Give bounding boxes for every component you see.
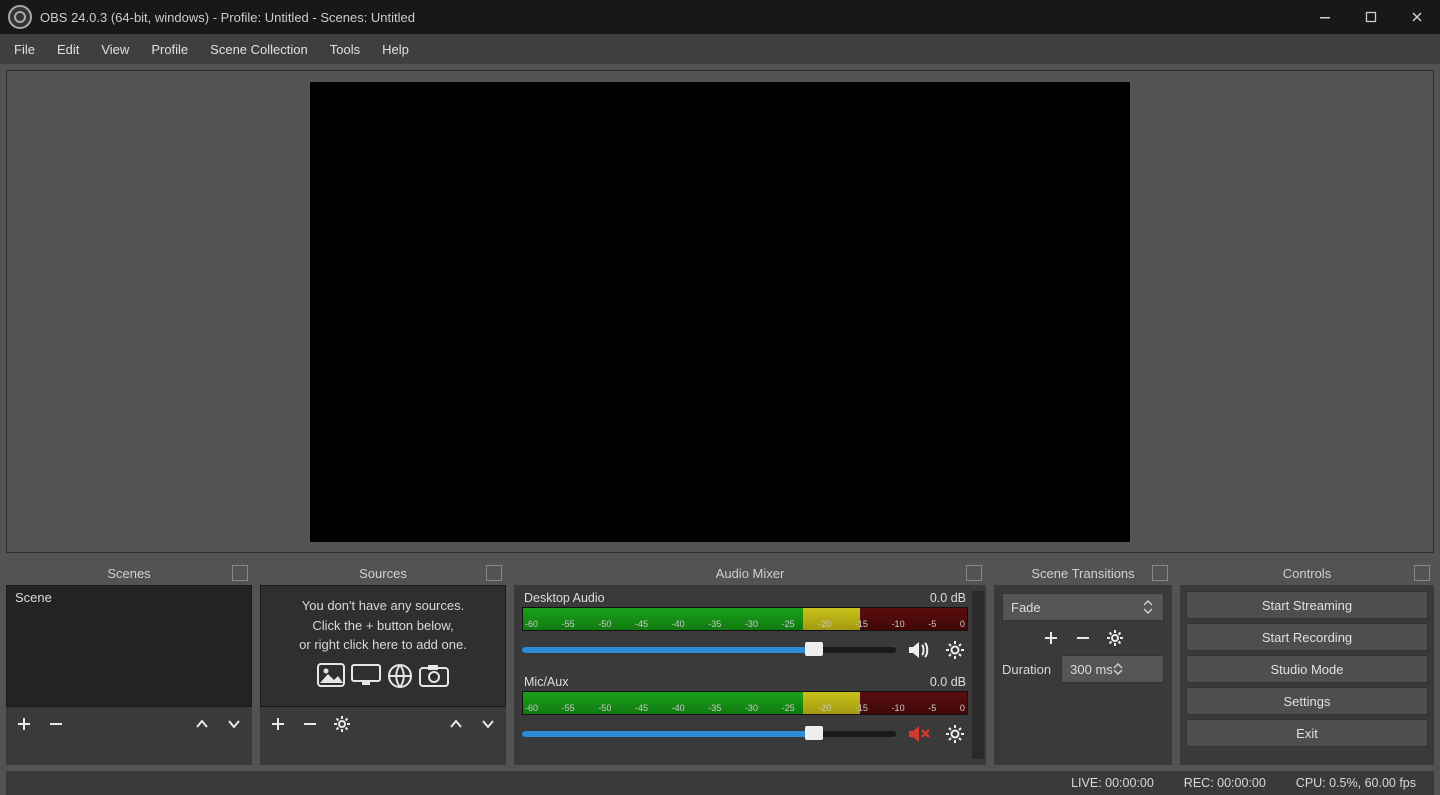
menu-edit[interactable]: Edit bbox=[47, 38, 89, 61]
duration-value: 300 ms bbox=[1070, 662, 1113, 677]
menu-view[interactable]: View bbox=[91, 38, 139, 61]
add-transition-button[interactable] bbox=[1042, 629, 1060, 647]
dock-mixer-title-label: Audio Mixer bbox=[716, 566, 785, 581]
camera-source-icon bbox=[419, 663, 449, 689]
transition-select-value: Fade bbox=[1011, 600, 1041, 615]
duration-label: Duration bbox=[1002, 662, 1051, 677]
preview-canvas bbox=[310, 82, 1130, 542]
chevron-updown-icon bbox=[1143, 598, 1157, 616]
menu-scene-collection[interactable]: Scene Collection bbox=[200, 38, 318, 61]
speaker-icon[interactable] bbox=[906, 637, 932, 663]
minimize-button[interactable] bbox=[1302, 0, 1348, 34]
scenes-list[interactable]: Scene bbox=[6, 585, 252, 707]
dock-scenes-title-label: Scenes bbox=[107, 566, 150, 581]
status-live: LIVE: 00:00:00 bbox=[1071, 776, 1154, 790]
exit-button[interactable]: Exit bbox=[1186, 719, 1428, 747]
list-item[interactable]: Scene bbox=[7, 586, 251, 609]
move-scene-up-button[interactable] bbox=[192, 714, 212, 734]
mixer-track-mic-aux: Mic/Aux 0.0 dB -60-55-50-45-40-35-30-25-… bbox=[522, 675, 968, 747]
statusbar: LIVE: 00:00:00 REC: 00:00:00 CPU: 0.5%, … bbox=[6, 771, 1434, 795]
close-button[interactable] bbox=[1394, 0, 1440, 34]
duration-spinbox[interactable]: 300 ms bbox=[1061, 655, 1164, 683]
popout-icon[interactable] bbox=[486, 565, 502, 581]
add-source-button[interactable] bbox=[268, 714, 288, 734]
volume-slider[interactable] bbox=[522, 731, 896, 737]
track-level: 0.0 dB bbox=[930, 591, 966, 605]
dock-panels: Scenes Scene Sources bbox=[0, 553, 1440, 765]
display-source-icon bbox=[351, 663, 381, 689]
volume-meter: -60-55-50-45-40-35-30-25-20-15-10-50 bbox=[522, 691, 968, 715]
move-scene-down-button[interactable] bbox=[224, 714, 244, 734]
titlebar[interactable]: OBS 24.0.3 (64-bit, windows) - Profile: … bbox=[0, 0, 1440, 34]
popout-icon[interactable] bbox=[966, 565, 982, 581]
dock-transitions-title-label: Scene Transitions bbox=[1031, 566, 1134, 581]
start-recording-button[interactable]: Start Recording bbox=[1186, 623, 1428, 651]
preview-area[interactable] bbox=[6, 70, 1434, 553]
track-name: Mic/Aux bbox=[524, 675, 568, 689]
scenes-toolbar bbox=[6, 707, 252, 741]
status-cpu: CPU: 0.5%, 60.00 fps bbox=[1296, 776, 1416, 790]
track-level: 0.0 dB bbox=[930, 675, 966, 689]
dock-sources-title-label: Sources bbox=[359, 566, 407, 581]
transition-properties-button[interactable] bbox=[1106, 629, 1124, 647]
popout-icon[interactable] bbox=[232, 565, 248, 581]
popout-icon[interactable] bbox=[1414, 565, 1430, 581]
browser-source-icon bbox=[387, 663, 413, 689]
volume-meter: -60-55-50-45-40-35-30-25-20-15-10-50 bbox=[522, 607, 968, 631]
transition-select[interactable]: Fade bbox=[1002, 593, 1164, 621]
mixer-track-desktop-audio: Desktop Audio 0.0 dB -60-55-50-45-40-35-… bbox=[522, 591, 968, 663]
app-logo-icon bbox=[8, 5, 32, 29]
dock-scenes-title[interactable]: Scenes bbox=[6, 561, 252, 585]
move-source-down-button[interactable] bbox=[478, 714, 498, 734]
popout-icon[interactable] bbox=[1152, 565, 1168, 581]
remove-source-button[interactable] bbox=[300, 714, 320, 734]
dock-scenes: Scenes Scene bbox=[6, 561, 252, 765]
move-source-up-button[interactable] bbox=[446, 714, 466, 734]
dock-transitions: Scene Transitions Fade Duration bbox=[994, 561, 1172, 765]
add-scene-button[interactable] bbox=[14, 714, 34, 734]
volume-slider[interactable] bbox=[522, 647, 896, 653]
chevron-updown-icon bbox=[1113, 663, 1123, 675]
menu-tools[interactable]: Tools bbox=[320, 38, 370, 61]
source-properties-button[interactable] bbox=[332, 714, 352, 734]
image-source-icon bbox=[317, 663, 345, 689]
sources-empty-line: You don't have any sources. bbox=[275, 596, 491, 616]
sources-empty-line: or right click here to add one. bbox=[275, 635, 491, 655]
studio-mode-button[interactable]: Studio Mode bbox=[1186, 655, 1428, 683]
menu-help[interactable]: Help bbox=[372, 38, 419, 61]
maximize-button[interactable] bbox=[1348, 0, 1394, 34]
dock-controls: Controls Start Streaming Start Recording… bbox=[1180, 561, 1434, 765]
window-title: OBS 24.0.3 (64-bit, windows) - Profile: … bbox=[40, 10, 415, 25]
dock-transitions-title[interactable]: Scene Transitions bbox=[994, 561, 1172, 585]
meter-ticks: -60-55-50-45-40-35-30-25-20-15-10-50 bbox=[523, 608, 967, 630]
start-streaming-button[interactable]: Start Streaming bbox=[1186, 591, 1428, 619]
sources-empty-text: You don't have any sources. Click the + … bbox=[261, 586, 505, 659]
track-settings-button[interactable] bbox=[942, 721, 968, 747]
dock-controls-title-label: Controls bbox=[1283, 566, 1331, 581]
menubar: File Edit View Profile Scene Collection … bbox=[0, 34, 1440, 64]
menu-file[interactable]: File bbox=[4, 38, 45, 61]
mixer-scrollbar[interactable] bbox=[972, 591, 984, 759]
sources-list[interactable]: You don't have any sources. Click the + … bbox=[260, 585, 506, 707]
settings-button[interactable]: Settings bbox=[1186, 687, 1428, 715]
track-settings-button[interactable] bbox=[942, 637, 968, 663]
app-window: OBS 24.0.3 (64-bit, windows) - Profile: … bbox=[0, 0, 1440, 795]
track-name: Desktop Audio bbox=[524, 591, 605, 605]
dock-audio-mixer: Audio Mixer Desktop Audio 0.0 dB -60-55-… bbox=[514, 561, 986, 765]
meter-ticks: -60-55-50-45-40-35-30-25-20-15-10-50 bbox=[523, 692, 967, 714]
dock-controls-title[interactable]: Controls bbox=[1180, 561, 1434, 585]
remove-scene-button[interactable] bbox=[46, 714, 66, 734]
status-rec: REC: 00:00:00 bbox=[1184, 776, 1266, 790]
dock-sources: Sources You don't have any sources. Clic… bbox=[260, 561, 506, 765]
sources-empty-line: Click the + button below, bbox=[275, 616, 491, 636]
dock-mixer-title[interactable]: Audio Mixer bbox=[514, 561, 986, 585]
sources-toolbar bbox=[260, 707, 506, 741]
dock-sources-title[interactable]: Sources bbox=[260, 561, 506, 585]
speaker-muted-icon[interactable] bbox=[906, 721, 932, 747]
menu-profile[interactable]: Profile bbox=[141, 38, 198, 61]
remove-transition-button[interactable] bbox=[1074, 629, 1092, 647]
